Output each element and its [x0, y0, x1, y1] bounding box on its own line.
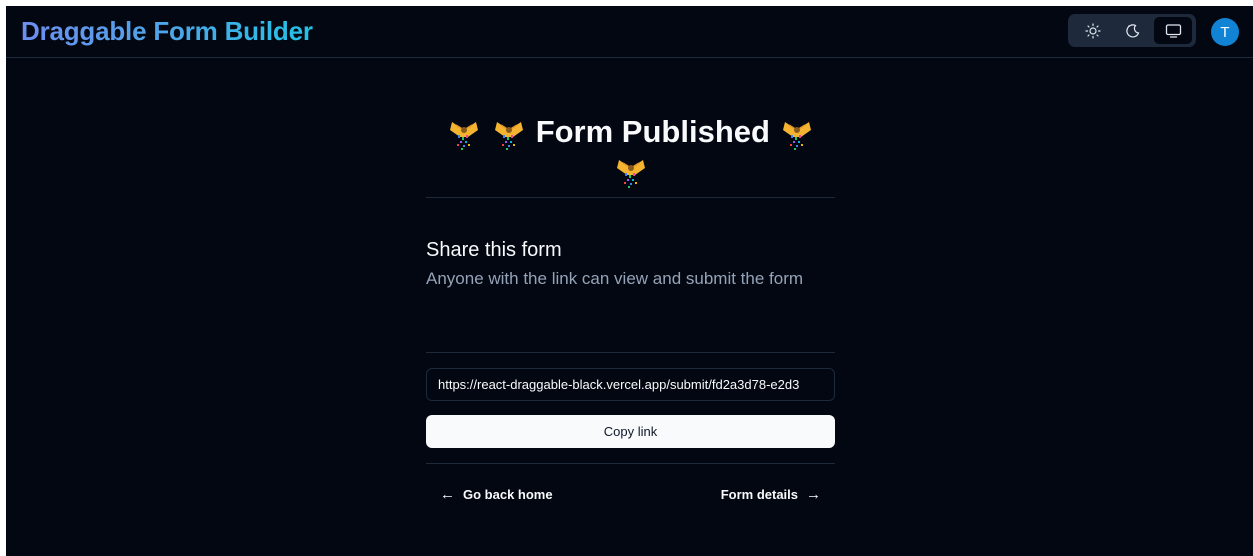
share-link-input[interactable]: [426, 368, 835, 401]
party-popper-icon: [613, 154, 649, 190]
arrow-left-icon: ←: [440, 486, 455, 503]
party-popper-icon: [446, 116, 482, 152]
section-divider: [426, 352, 835, 353]
share-description: Anyone with the link can view and submit…: [426, 269, 804, 288]
section-divider: [426, 197, 835, 198]
share-heading: Share this form: [426, 239, 562, 261]
sun-icon: [1085, 22, 1101, 39]
app-root: Draggable Form Builder T Form Published …: [6, 6, 1253, 556]
top-navbar: Draggable Form Builder T: [6, 6, 1253, 58]
light-theme-button[interactable]: [1074, 17, 1112, 44]
section-divider: [426, 463, 835, 464]
form-details-link[interactable]: Form details →: [721, 486, 821, 503]
monitor-icon: [1165, 23, 1181, 38]
moon-icon: [1126, 23, 1140, 37]
app-logo-title[interactable]: Draggable Form Builder: [21, 16, 313, 47]
copy-link-button[interactable]: Copy link: [426, 415, 835, 448]
theme-toggle: [1068, 14, 1196, 47]
party-popper-icon: [491, 116, 527, 152]
dark-theme-button[interactable]: [1114, 17, 1152, 44]
user-avatar[interactable]: T: [1211, 18, 1239, 46]
page-title-text: Form Published: [535, 114, 770, 149]
page-title: Form Published: [426, 114, 835, 190]
go-back-home-label: Go back home: [463, 487, 553, 502]
form-details-label: Form details: [720, 487, 798, 502]
system-theme-button[interactable]: [1154, 17, 1192, 44]
go-back-home-link[interactable]: ← Go back home: [440, 486, 553, 503]
arrow-right-icon: →: [806, 486, 821, 503]
party-popper-icon: [779, 116, 815, 152]
